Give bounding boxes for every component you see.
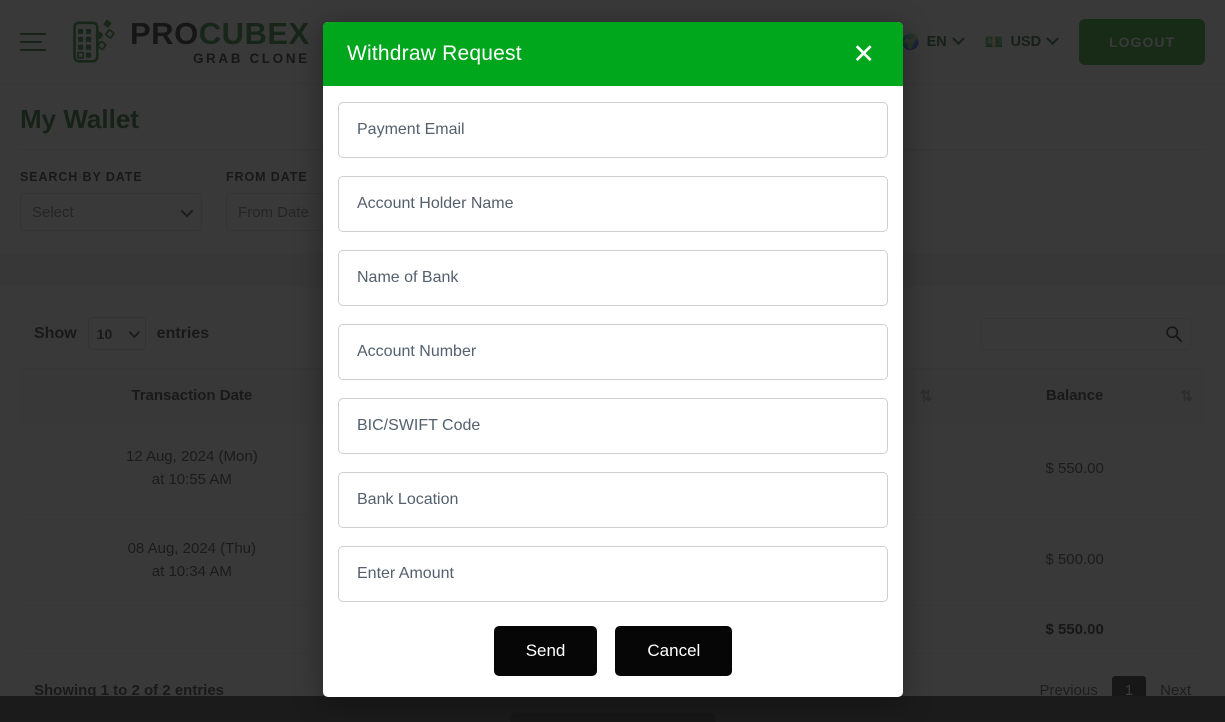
withdraw-form: Send Cancel <box>323 86 903 676</box>
cancel-button[interactable]: Cancel <box>615 626 733 676</box>
bank-location-input[interactable] <box>357 491 869 509</box>
modal-header: Withdraw Request ✕ <box>323 22 903 86</box>
withdraw-request-modal: Withdraw Request ✕ Payment Email Account… <box>323 22 903 697</box>
field-payment-email[interactable] <box>338 102 888 158</box>
bic-swift-code-input[interactable] <box>357 417 869 435</box>
field-bank-location[interactable] <box>338 472 888 528</box>
close-icon[interactable]: ✕ <box>848 39 879 70</box>
account-number-input[interactable] <box>357 343 869 361</box>
account-holder-name-input[interactable] <box>357 195 869 213</box>
send-button[interactable]: Send <box>493 626 598 676</box>
field-account-number[interactable] <box>338 324 888 380</box>
name-of-bank-input[interactable] <box>357 269 869 287</box>
app-root: PROCUBEX GRAB CLONE S 🌍 EN 💵 USD LOG <box>0 0 1225 722</box>
modal-actions: Send Cancel <box>338 620 888 676</box>
field-bic-swift-code[interactable] <box>338 398 888 454</box>
modal-title: Withdraw Request <box>347 42 522 65</box>
field-enter-amount[interactable] <box>338 546 888 602</box>
field-name-of-bank[interactable] <box>338 250 888 306</box>
field-account-holder-name[interactable] <box>338 176 888 232</box>
enter-amount-input[interactable] <box>357 565 869 583</box>
payment-email-input[interactable] <box>357 121 869 139</box>
